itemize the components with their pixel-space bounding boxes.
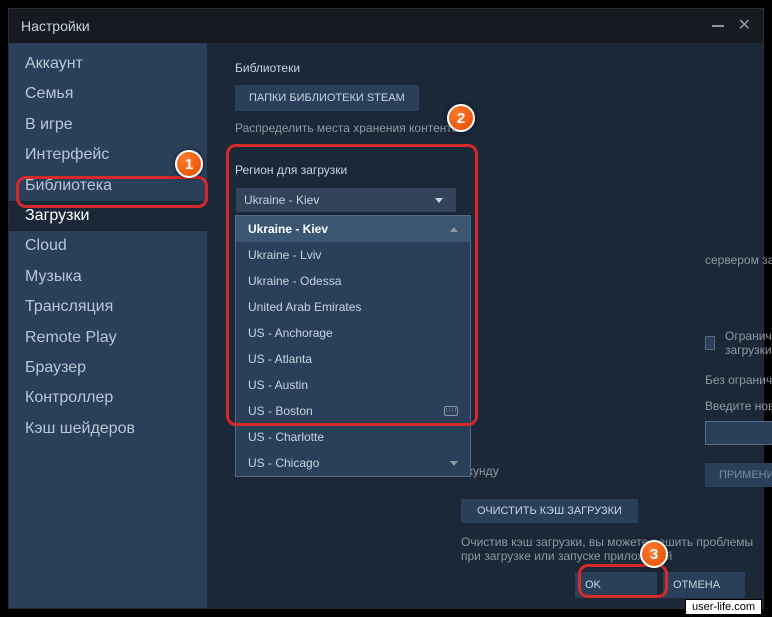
close-icon[interactable]: ✕ [738,18,751,34]
sidebar-item-4[interactable]: Библиотека [9,171,207,201]
sidebar-item-9[interactable]: Remote Play [9,323,207,353]
sidebar-item-7[interactable]: Музыка [9,262,207,292]
region-option[interactable]: Ukraine - Odessa [236,268,470,294]
region-heading: Регион для загрузки [235,163,743,177]
keyboard-icon[interactable] [444,406,458,416]
region-option[interactable]: Ukraine - Kiev [236,216,470,242]
watermark: user-life.com [685,599,762,615]
region-select[interactable]: Ukraine - Kiev [235,187,457,213]
region-option[interactable]: Ukraine - Lviv [236,242,470,268]
footer-buttons: OK ОТМЕНА [575,572,745,598]
apply-button[interactable]: ПРИМЕНИТЬ [705,463,772,487]
minimize-icon[interactable] [712,25,724,27]
region-option[interactable]: US - Atlanta [236,346,470,372]
region-dropdown[interactable]: Ukraine - KievUkraine - LvivUkraine - Od… [235,215,471,477]
sidebar-item-10[interactable]: Браузер [9,353,207,383]
scroll-up-icon[interactable] [450,227,458,232]
sidebar: АккаунтСемьяВ игреИнтерфейсБиблиотекаЗаг… [9,43,207,608]
region-select-value: Ukraine - Kiev [244,193,319,207]
limit-input[interactable] [705,421,772,445]
clear-cache-desc: Очистив кэш загрузки, вы можете решить п… [461,535,763,563]
clear-cache-section: ОЧИСТИТЬ КЭШ ЗАГРУЗКИ Очистив кэш загруз… [461,499,763,563]
clear-cache-button[interactable]: ОЧИСТИТЬ КЭШ ЗАГРУЗКИ [461,499,638,523]
libraries-desc: Распределить места хранения контента [235,121,743,135]
region-option[interactable]: US - Anchorage [236,320,470,346]
libraries-heading: Библиотеки [235,61,743,75]
sidebar-item-1[interactable]: Семья [9,79,207,109]
limit-checkbox[interactable] [705,336,715,350]
limit-label: Ограничить скорость загрузки до: [725,329,772,357]
region-option[interactable]: United Arab Emirates [236,294,470,320]
sidebar-item-6[interactable]: Cloud [9,231,207,261]
ok-button[interactable]: OK [575,572,657,598]
callout-1: 1 [175,150,203,178]
library-folders-button[interactable]: ПАПКИ БИБЛИОТЕКИ STEAM [235,85,419,111]
no-limit-text: Без ограничения [705,373,772,387]
window-title: Настройки [21,18,90,34]
chevron-down-icon [430,191,448,209]
region-option[interactable]: US - Charlotte [236,424,470,450]
download-region-section: Регион для загрузки Ukraine - Kiev Ukrai… [235,163,743,213]
download-limit-section: Ограничить скорость загрузки до: Без огр… [705,329,772,487]
titlebar[interactable]: Настройки ✕ [9,9,763,43]
sidebar-item-11[interactable]: Контроллер [9,383,207,413]
scroll-down-icon[interactable] [450,461,458,466]
region-option[interactable]: US - Chicago [236,450,470,476]
main-panel: Библиотеки ПАПКИ БИБЛИОТЕКИ STEAM Распре… [207,43,763,608]
region-option[interactable]: US - Boston [236,398,470,424]
sidebar-item-5[interactable]: Загрузки [9,201,207,231]
enter-new-label: Введите новое значение: [705,399,772,413]
sidebar-item-0[interactable]: Аккаунт [9,49,207,79]
sidebar-item-12[interactable]: Кэш шейдеров [9,414,207,444]
cancel-button[interactable]: ОТМЕНА [663,572,745,598]
region-option[interactable]: US - Austin [236,372,470,398]
region-server-note: сервером загрузок, но его можно изменить [705,253,772,267]
sidebar-item-8[interactable]: Трансляция [9,292,207,322]
sidebar-item-2[interactable]: В игре [9,110,207,140]
callout-3: 3 [640,540,668,568]
callout-2: 2 [447,104,475,132]
libraries-section: Библиотеки ПАПКИ БИБЛИОТЕКИ STEAM Распре… [235,61,743,135]
